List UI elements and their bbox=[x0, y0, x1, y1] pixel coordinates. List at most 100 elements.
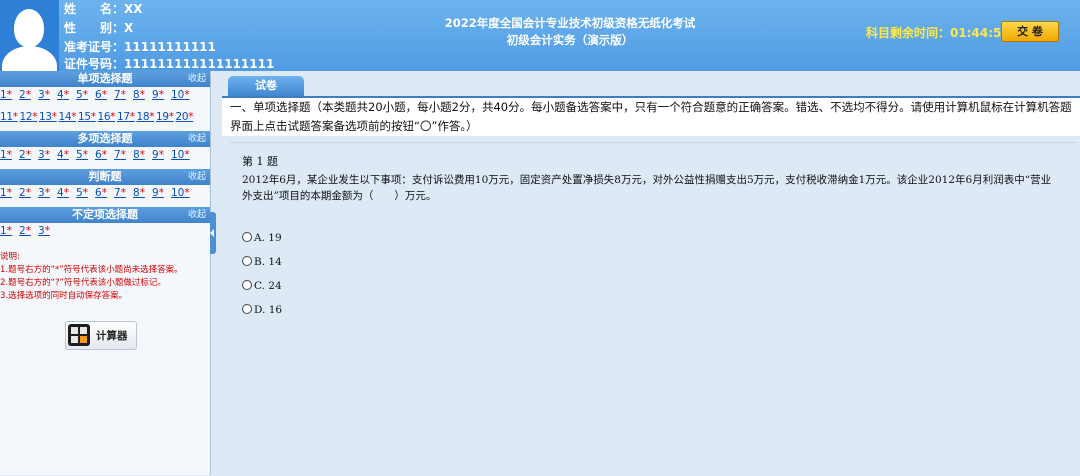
question-link-number: 10 bbox=[171, 149, 185, 161]
question-link-number: 2 bbox=[19, 149, 26, 161]
gender-label: 性 别： bbox=[64, 21, 125, 35]
question-link[interactable]: 7* bbox=[114, 89, 132, 101]
question-link[interactable]: 9* bbox=[152, 187, 170, 199]
question-link[interactable]: 8* bbox=[133, 149, 151, 161]
remaining-time: 科目剩余时间：01:44:55 bbox=[866, 24, 1010, 41]
unanswered-mark: * bbox=[110, 111, 116, 123]
question-link[interactable]: 6* bbox=[95, 187, 113, 199]
radio-button-icon[interactable] bbox=[242, 232, 252, 242]
question-link[interactable]: 4* bbox=[57, 89, 75, 101]
unanswered-mark: * bbox=[139, 89, 145, 101]
tab-paper[interactable]: 试卷 bbox=[228, 76, 304, 96]
question-link[interactable]: 6* bbox=[95, 89, 113, 101]
question-link-number: 7 bbox=[114, 149, 121, 161]
collapse-link[interactable]: 收起 bbox=[188, 131, 206, 147]
answer-option[interactable]: D. 16 bbox=[242, 304, 282, 316]
radio-button-icon[interactable] bbox=[242, 304, 252, 314]
unanswered-mark: * bbox=[129, 111, 135, 123]
question-link[interactable]: 3* bbox=[38, 149, 56, 161]
collapse-link[interactable]: 收起 bbox=[188, 71, 206, 87]
question-link[interactable]: 7* bbox=[114, 187, 132, 199]
question-link[interactable]: 18* bbox=[137, 111, 156, 123]
radio-button-icon[interactable] bbox=[242, 256, 252, 266]
unanswered-mark: * bbox=[82, 149, 88, 161]
collapse-link[interactable]: 收起 bbox=[188, 207, 206, 223]
unanswered-mark: * bbox=[120, 187, 126, 199]
unanswered-mark: * bbox=[184, 149, 190, 161]
unanswered-mark: * bbox=[158, 187, 164, 199]
question-link[interactable]: 3* bbox=[38, 89, 56, 101]
unanswered-mark: * bbox=[82, 89, 88, 101]
question-link[interactable]: 8* bbox=[133, 89, 151, 101]
sidebar-toggle-handle[interactable] bbox=[210, 212, 216, 254]
radio-button-icon[interactable] bbox=[242, 280, 252, 290]
question-link[interactable]: 20* bbox=[176, 111, 195, 123]
question-link-number: 2 bbox=[19, 225, 26, 237]
question-link[interactable]: 2* bbox=[19, 89, 37, 101]
question-link[interactable]: 1* bbox=[0, 149, 18, 161]
question-link[interactable]: 10* bbox=[171, 89, 190, 101]
question-link[interactable]: 5* bbox=[76, 89, 94, 101]
question-link[interactable]: 9* bbox=[152, 149, 170, 161]
question-link[interactable]: 13* bbox=[39, 111, 58, 123]
question-link[interactable]: 3* bbox=[38, 225, 56, 237]
question-link[interactable]: 6* bbox=[95, 149, 113, 161]
answer-option[interactable]: B. 14 bbox=[242, 256, 282, 268]
calculator-button[interactable]: 计算器 bbox=[65, 321, 137, 350]
unanswered-mark: * bbox=[101, 89, 107, 101]
question-link-number: 10 bbox=[171, 187, 185, 199]
question-link[interactable]: 15* bbox=[78, 111, 97, 123]
unanswered-mark: * bbox=[44, 187, 50, 199]
question-link[interactable]: 2* bbox=[19, 187, 37, 199]
submit-exam-button[interactable]: 交 卷 bbox=[1001, 21, 1059, 42]
question-link[interactable]: 10* bbox=[171, 149, 190, 161]
question-link[interactable]: 1* bbox=[0, 89, 18, 101]
question-number: 第 1 题 bbox=[242, 155, 278, 168]
answer-option[interactable]: A. 19 bbox=[242, 232, 282, 244]
question-link-number: 3 bbox=[38, 89, 45, 101]
question-link-number: 9 bbox=[152, 149, 159, 161]
unanswered-mark: * bbox=[44, 149, 50, 161]
question-link[interactable]: 16* bbox=[98, 111, 117, 123]
collapse-link[interactable]: 收起 bbox=[188, 169, 206, 185]
question-link[interactable]: 4* bbox=[57, 149, 75, 161]
question-link[interactable]: 1* bbox=[0, 187, 18, 199]
question-link[interactable]: 7* bbox=[114, 149, 132, 161]
question-link[interactable]: 11* bbox=[0, 111, 19, 123]
question-number-row: 11* 12* 13* 14* 15* 16* 17* 18* 19* 20* bbox=[0, 109, 210, 131]
question-link[interactable]: 8* bbox=[133, 187, 151, 199]
question-link-number: 7 bbox=[114, 187, 121, 199]
unanswered-mark: * bbox=[120, 89, 126, 101]
question-link[interactable]: 5* bbox=[76, 187, 94, 199]
question-link-number: 4 bbox=[57, 149, 64, 161]
question-link[interactable]: 2* bbox=[19, 225, 37, 237]
question-link[interactable]: 14* bbox=[59, 111, 78, 123]
question-link-number: 17 bbox=[117, 111, 130, 123]
question-link[interactable]: 10* bbox=[171, 187, 190, 199]
question-link-number: 13 bbox=[39, 111, 52, 123]
question-link[interactable]: 4* bbox=[57, 187, 75, 199]
question-link-number: 15 bbox=[78, 111, 91, 123]
option-value: 24 bbox=[268, 280, 282, 292]
question-link-number: 14 bbox=[58, 111, 72, 123]
question-link[interactable]: 12* bbox=[20, 111, 39, 123]
question-link[interactable]: 5* bbox=[76, 149, 94, 161]
calculator-icon bbox=[68, 324, 90, 346]
question-link[interactable]: 3* bbox=[38, 187, 56, 199]
unanswered-mark: * bbox=[25, 225, 31, 237]
question-link-number: 6 bbox=[95, 89, 102, 101]
question-link[interactable]: 1* bbox=[0, 225, 18, 237]
answer-option[interactable]: C. 24 bbox=[242, 280, 282, 292]
section-instructions: 一、单项选择题（本类题共20小题，每小题2分，共40分。每小题备选答案中，只有一… bbox=[222, 98, 1080, 136]
question-link[interactable]: 19* bbox=[156, 111, 175, 123]
question-link[interactable]: 9* bbox=[152, 89, 170, 101]
candidate-name: 姓 名：XX bbox=[64, 1, 143, 17]
question-link[interactable]: 17* bbox=[117, 111, 136, 123]
candidate-ticket: 准考证号：11111111111 bbox=[64, 39, 216, 55]
question-link-number: 9 bbox=[152, 89, 159, 101]
question-link[interactable]: 2* bbox=[19, 149, 37, 161]
tab-bar: 试卷 bbox=[222, 71, 1080, 98]
question-link-number: 4 bbox=[57, 89, 64, 101]
unanswered-mark: * bbox=[184, 89, 190, 101]
question-link-number: 4 bbox=[57, 187, 64, 199]
